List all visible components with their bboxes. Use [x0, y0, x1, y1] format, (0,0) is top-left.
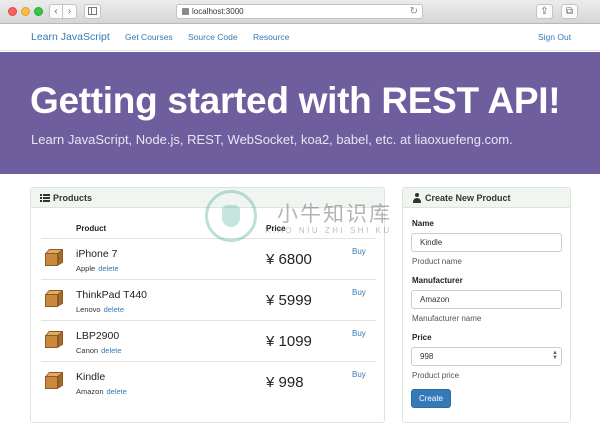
hero-subtitle: Learn JavaScript, Node.js, REST, WebSock… [31, 132, 513, 147]
name-help-text: Product name [412, 257, 462, 266]
address-bar[interactable]: localhost:3000 ↻ [176, 4, 423, 19]
buy-link[interactable]: Buy [352, 247, 366, 256]
chevron-right-icon: › [67, 6, 72, 17]
close-window-icon[interactable] [8, 7, 17, 16]
name-input[interactable]: Kindle [411, 233, 562, 252]
product-row: Kindle Amazon delete ¥ 998 Buy [41, 361, 376, 401]
user-icon [413, 193, 421, 203]
price-input-value: 998 [420, 352, 434, 361]
product-manufacturer: Lenovo delete [76, 305, 124, 314]
tabs-button[interactable]: ⧉ [561, 4, 578, 19]
delete-link[interactable]: delete [107, 387, 127, 396]
share-button[interactable]: ⇪ [536, 4, 553, 19]
product-name: iPhone 7 [76, 248, 118, 260]
sign-out-link[interactable]: Sign Out [538, 32, 571, 42]
product-name: ThinkPad T440 [76, 289, 148, 301]
price-help-text: Product price [412, 371, 460, 380]
manufacturer-input[interactable]: Amazon [411, 290, 562, 309]
hero-banner: Getting started with REST API! Learn Jav… [0, 52, 600, 174]
create-product-panel: Create New Product Name Kindle Product n… [402, 187, 571, 423]
product-name: LBP2900 [76, 330, 120, 342]
name-label: Name [412, 219, 434, 228]
site-navbar: Learn JavaScript Get Courses Source Code… [0, 25, 600, 51]
site-icon [182, 8, 189, 15]
product-box-icon [44, 331, 64, 348]
manufacturer-name: Lenovo [76, 305, 101, 314]
buy-link[interactable]: Buy [352, 370, 366, 379]
product-price: ¥ 1099 [266, 333, 312, 350]
price-input[interactable]: 998 ▲ ▼ [411, 347, 562, 366]
products-panel: Products Product Price iPhone 7 Apple del… [30, 187, 385, 423]
product-box-icon [44, 249, 64, 266]
sidebar-toggle-button[interactable] [84, 4, 101, 19]
brand-link[interactable]: Learn JavaScript [31, 31, 110, 43]
manufacturer-label: Manufacturer [412, 276, 463, 285]
product-row: LBP2900 Canon delete ¥ 1099 Buy [41, 320, 376, 360]
nav-get-courses[interactable]: Get Courses [125, 32, 173, 42]
product-manufacturer: Apple delete [76, 264, 119, 273]
product-box-icon [44, 290, 64, 307]
create-panel-header: Create New Product [403, 188, 570, 208]
reload-icon[interactable]: ↻ [410, 5, 418, 18]
products-panel-header: Products [31, 188, 384, 208]
share-icon: ⇪ [540, 6, 549, 17]
product-manufacturer: Canon delete [76, 346, 122, 355]
products-heading: Products [53, 193, 93, 203]
chevron-left-icon: ‹ [54, 6, 58, 17]
list-icon [40, 194, 50, 202]
nav-source-code[interactable]: Source Code [188, 32, 238, 42]
price-label: Price [412, 333, 432, 342]
number-spinner-icon[interactable]: ▲ ▼ [552, 350, 558, 361]
create-button[interactable]: Create [411, 389, 451, 408]
manufacturer-name: Canon [76, 346, 99, 355]
hero-title: Getting started with REST API! [30, 80, 561, 121]
sidebar-icon [88, 7, 97, 15]
zoom-window-icon[interactable] [34, 7, 43, 16]
buy-link[interactable]: Buy [352, 329, 366, 338]
product-name: Kindle [76, 371, 106, 383]
column-header-product: Product [76, 224, 107, 233]
buy-link[interactable]: Buy [352, 288, 366, 297]
product-box-icon [44, 372, 64, 389]
delete-link[interactable]: delete [101, 346, 121, 355]
address-text: localhost:3000 [192, 7, 244, 16]
product-manufacturer: Amazon delete [76, 387, 127, 396]
delete-link[interactable]: delete [104, 305, 124, 314]
back-button[interactable]: ‹ [49, 4, 63, 19]
manufacturer-name: Apple [76, 264, 96, 273]
product-price: ¥ 5999 [266, 292, 312, 309]
column-header-price: Price [266, 224, 286, 233]
product-price: ¥ 998 [266, 374, 304, 391]
manufacturer-name: Amazon [76, 387, 104, 396]
product-row: iPhone 7 Apple delete ¥ 6800 Buy [41, 238, 376, 278]
create-heading: Create New Product [425, 193, 511, 203]
browser-toolbar: ‹ › localhost:3000 ↻ ⇪ ⧉ [0, 0, 600, 24]
nav-resource[interactable]: Resource [253, 32, 289, 42]
manufacturer-help-text: Manufacturer name [412, 314, 482, 323]
minimize-window-icon[interactable] [21, 7, 30, 16]
product-row: ThinkPad T440 Lenovo delete ¥ 5999 Buy [41, 279, 376, 319]
forward-button[interactable]: › [63, 4, 77, 19]
delete-link[interactable]: delete [98, 264, 118, 273]
tabs-icon: ⧉ [565, 6, 574, 17]
product-price: ¥ 6800 [266, 251, 312, 268]
